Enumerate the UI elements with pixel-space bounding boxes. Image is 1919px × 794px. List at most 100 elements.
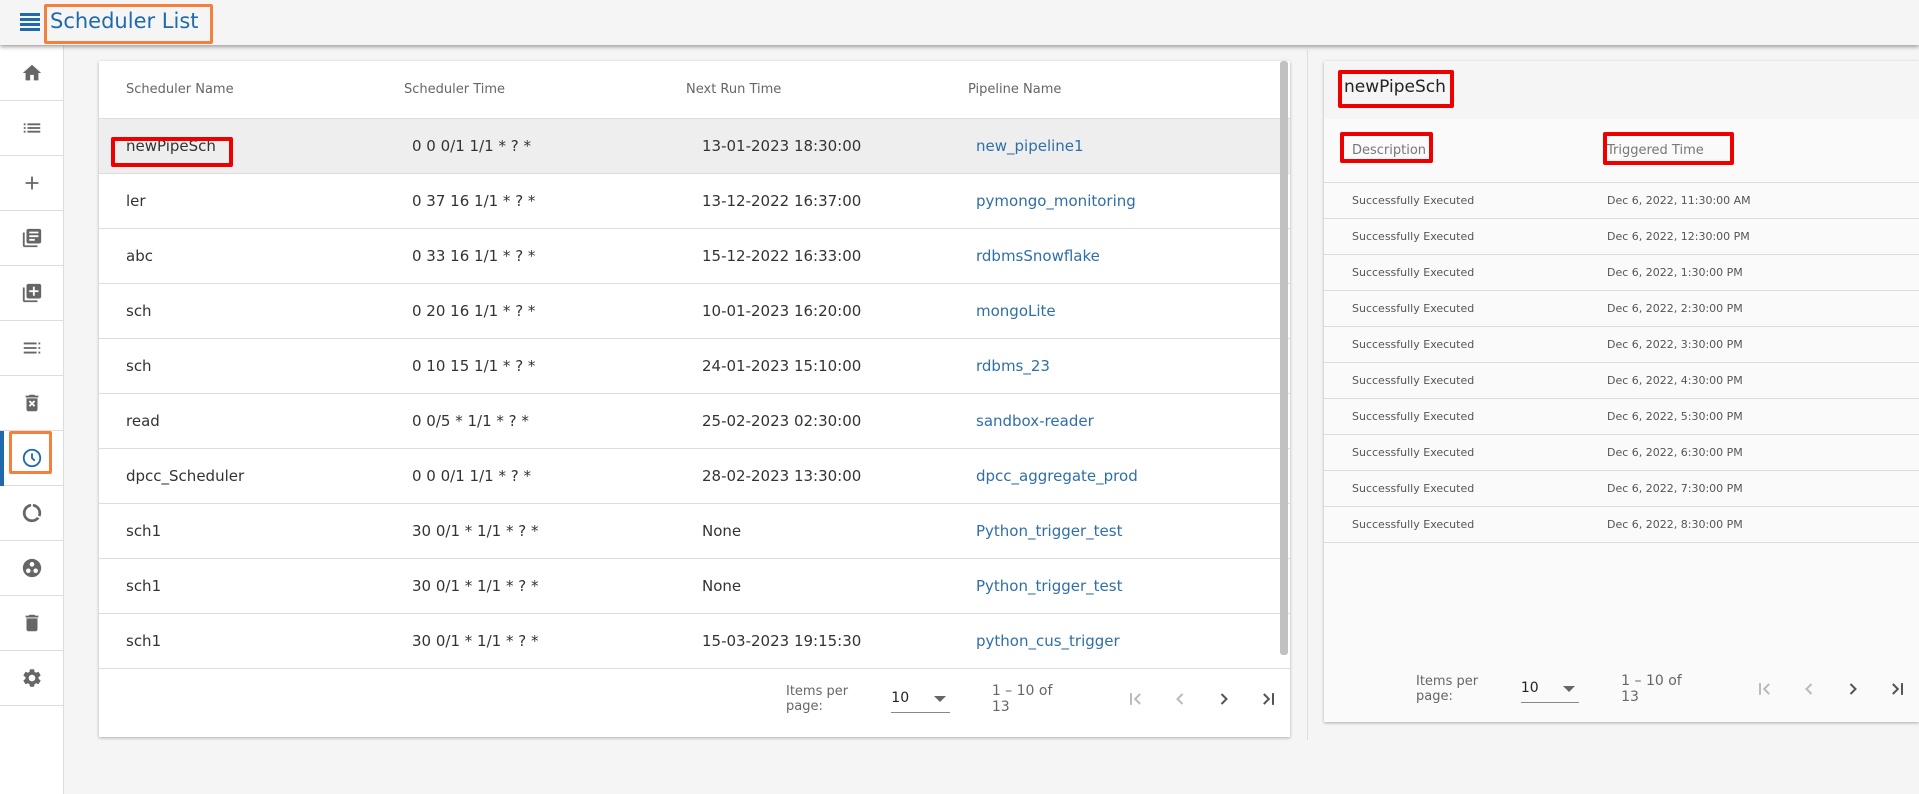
next-page-icon xyxy=(1849,683,1857,695)
scheduler-time: 0 33 16 1/1 * ? * xyxy=(412,247,536,265)
scheduler-name: dpcc_Scheduler xyxy=(126,467,245,485)
scheduler-time: 30 0/1 * 1/1 * ? * xyxy=(412,522,539,540)
table-row[interactable]: dpcc_Scheduler 0 0 0/1 1/1 * ? * 28-02-202… xyxy=(99,449,1290,504)
items-per-page-select[interactable]: 10 xyxy=(891,686,950,713)
triggered-time: Dec 6, 2022, 12:30:00 PM xyxy=(1607,230,1750,243)
previous-page-button[interactable] xyxy=(1787,674,1831,704)
next-run-time: None xyxy=(702,577,742,595)
home-icon xyxy=(22,64,41,81)
next-run-time: 13-12-2022 16:37:00 xyxy=(702,192,862,210)
previous-page-icon xyxy=(1176,693,1184,705)
next-run-time: 25-02-2023 02:30:00 xyxy=(702,412,862,430)
menu-icon[interactable] xyxy=(20,13,40,31)
previous-page-icon xyxy=(1805,683,1813,695)
description: Successfully Executed xyxy=(1352,410,1475,423)
sidebar-item-group[interactable] xyxy=(0,541,63,596)
scheduler-name: sch1 xyxy=(126,522,162,540)
column-header[interactable]: Scheduler Time xyxy=(404,82,686,97)
detail-title-highlight xyxy=(1338,70,1454,108)
scheduler-time: 0 20 16 1/1 * ? * xyxy=(412,302,536,320)
title-highlight xyxy=(44,4,213,44)
last-page-icon xyxy=(1263,693,1274,705)
next-page-button[interactable] xyxy=(1831,674,1875,704)
sidebar-item-home[interactable] xyxy=(0,46,63,101)
triggered-time: Dec 6, 2022, 4:30:00 PM xyxy=(1607,374,1743,387)
sidebar-item-library-add[interactable] xyxy=(0,266,63,321)
sidebar-item-delete-x[interactable] xyxy=(0,376,63,431)
table-row[interactable]: abc 0 33 16 1/1 * ? * 15-12-2022 16:33:00 r… xyxy=(99,229,1290,284)
column-header[interactable]: Next Run Time xyxy=(686,82,968,97)
sidebar-item-trash[interactable] xyxy=(0,596,63,651)
table-row[interactable]: ler 0 37 16 1/1 * ? * 13-12-2022 16:37:00 p… xyxy=(99,174,1290,229)
description: Successfully Executed xyxy=(1352,482,1475,495)
dropdown-arrow-icon xyxy=(1563,685,1576,692)
sidebar-item-settings[interactable] xyxy=(0,651,63,706)
scheduler-name: sch xyxy=(126,302,152,320)
column-header[interactable]: Pipeline Name xyxy=(968,82,1290,97)
detail-row: Successfully Executed Dec 6, 2022, 4:30:0… xyxy=(1324,363,1919,399)
sidebar-item-list[interactable] xyxy=(0,101,63,156)
table-row[interactable]: read 0 0/5 * 1/1 * ? * 25-02-2023 02:30:00… xyxy=(99,394,1290,449)
last-page-button[interactable] xyxy=(1246,684,1290,714)
next-run-time: 13-01-2023 18:30:00 xyxy=(702,137,862,155)
scrollbar[interactable] xyxy=(1280,61,1288,655)
pipeline-link[interactable]: Python_trigger_test xyxy=(968,577,1290,595)
detail-row: Successfully Executed Dec 6, 2022, 2:30:0… xyxy=(1324,291,1919,327)
detail-row: Successfully Executed Dec 6, 2022, 1:30:0… xyxy=(1324,255,1919,291)
scheduler-time: 30 0/1 * 1/1 * ? * xyxy=(412,632,539,650)
pipeline-link[interactable]: new_pipeline1 xyxy=(968,137,1290,155)
next-page-button[interactable] xyxy=(1202,684,1246,714)
triggered-time: Dec 6, 2022, 3:30:00 PM xyxy=(1607,338,1743,351)
items-per-page-value: 10 xyxy=(1520,679,1539,696)
paginator: Items per page: 10 1 – 10 of 13 xyxy=(786,683,1290,715)
pipeline-link[interactable]: pymongo_monitoring xyxy=(968,192,1290,210)
next-page-icon xyxy=(1220,693,1228,705)
panel-divider xyxy=(1307,50,1308,740)
column-header[interactable]: Scheduler Name xyxy=(99,82,404,97)
table-row[interactable]: sch 0 20 16 1/1 * ? * 10-01-2023 16:20:00 m… xyxy=(99,284,1290,339)
first-page-button[interactable] xyxy=(1743,674,1787,704)
next-run-time: None xyxy=(702,522,742,540)
dropdown-arrow-icon xyxy=(933,695,946,702)
table-row[interactable]: sch1 30 0/1 * 1/1 * ? * 15-03-2023 19:15:3… xyxy=(99,614,1290,669)
items-per-page-select[interactable]: 10 xyxy=(1520,676,1580,703)
pipeline-link[interactable]: python_cus_trigger xyxy=(968,632,1290,650)
pipeline-link[interactable]: sandbox-reader xyxy=(968,412,1290,430)
scheduler-time: 0 37 16 1/1 * ? * xyxy=(412,192,536,210)
table-row[interactable]: sch1 30 0/1 * 1/1 * ? * None Python_trigger… xyxy=(99,559,1290,614)
row-name-highlight xyxy=(111,137,233,167)
triggered-time-highlight xyxy=(1603,132,1734,165)
sidebar-item-plus[interactable] xyxy=(0,156,63,211)
triggered-time: Dec 6, 2022, 5:30:00 PM xyxy=(1607,410,1743,423)
library-add-icon xyxy=(22,283,41,303)
detail-row: Successfully Executed Dec 6, 2022, 11:30:… xyxy=(1324,183,1919,219)
pipeline-link[interactable]: mongoLite xyxy=(968,302,1290,320)
table-row[interactable]: newPipeSch 0 0 0/1 1/1 * ? * 13-01-2023 18… xyxy=(99,119,1290,174)
last-page-icon xyxy=(1892,683,1903,695)
list-icon xyxy=(23,123,40,133)
pipeline-link[interactable]: rdbmsSnowflake xyxy=(968,247,1290,265)
triggered-time: Dec 6, 2022, 2:30:00 PM xyxy=(1607,302,1743,315)
sidebar-item-playlist[interactable] xyxy=(0,321,63,376)
pipeline-link[interactable]: Python_trigger_test xyxy=(968,522,1290,540)
description: Successfully Executed xyxy=(1352,518,1475,531)
first-page-button[interactable] xyxy=(1114,684,1158,714)
detail-row: Successfully Executed Dec 6, 2022, 3:30:0… xyxy=(1324,327,1919,363)
detail-row: Successfully Executed Dec 6, 2022, 8:30:0… xyxy=(1324,507,1919,543)
sidebar-item-library[interactable] xyxy=(0,211,63,266)
pipeline-link[interactable]: dpcc_aggregate_prod xyxy=(968,467,1290,485)
sidebar-item-progress-circle[interactable] xyxy=(0,486,63,541)
trash-icon xyxy=(25,614,38,632)
triggered-time: Dec 6, 2022, 8:30:00 PM xyxy=(1607,518,1743,531)
delete-x-icon xyxy=(25,394,38,412)
library-icon xyxy=(22,228,41,248)
scheduler-time: 0 0 0/1 1/1 * ? * xyxy=(412,137,531,155)
detail-row: Successfully Executed Dec 6, 2022, 12:30:… xyxy=(1324,219,1919,255)
last-page-button[interactable] xyxy=(1875,674,1919,704)
previous-page-button[interactable] xyxy=(1158,684,1202,714)
pipeline-link[interactable]: rdbms_23 xyxy=(968,357,1290,375)
clock-highlight xyxy=(9,431,52,474)
triggered-time: Dec 6, 2022, 7:30:00 PM xyxy=(1607,482,1743,495)
table-row[interactable]: sch1 30 0/1 * 1/1 * ? * None Python_trigger… xyxy=(99,504,1290,559)
table-row[interactable]: sch 0 10 15 1/1 * ? * 24-01-2023 15:10:00 r… xyxy=(99,339,1290,394)
